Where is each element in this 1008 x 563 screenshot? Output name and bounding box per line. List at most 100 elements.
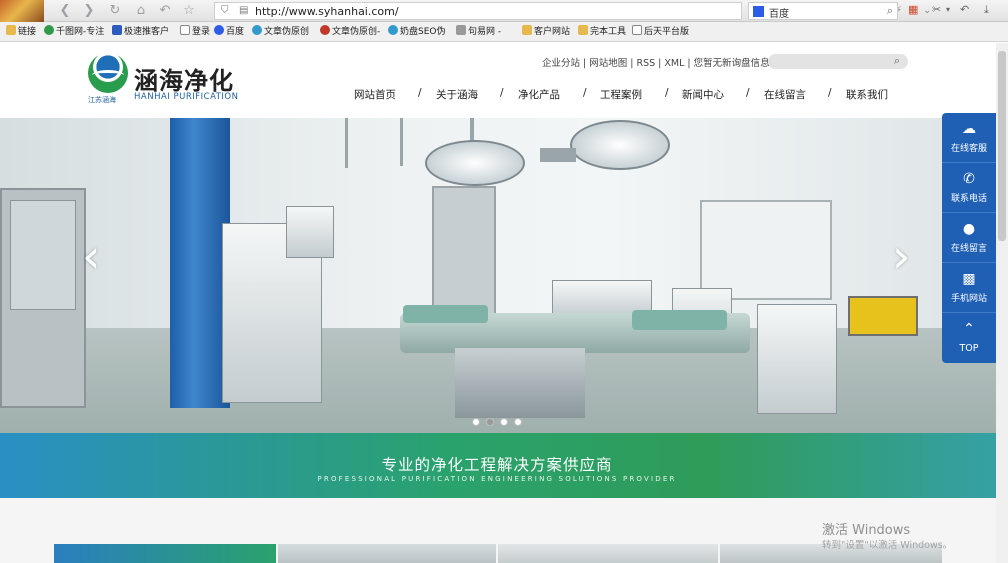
folder-icon (578, 25, 588, 35)
jst-icon (112, 25, 122, 35)
activation-watermark-title: 激活 Windows (822, 523, 911, 538)
folder-icon (522, 25, 532, 35)
slogan-english: PROFESSIONAL PURIFICATION ENGINEERING SO… (317, 475, 677, 483)
nav-cases[interactable]: 工程案例 (600, 87, 642, 102)
bookmark-item[interactable]: 句易网 - (456, 25, 501, 39)
case-thumbnail[interactable] (498, 544, 718, 563)
bookmark-item[interactable]: 链接 (6, 25, 36, 39)
bookmark-item[interactable]: 文章伪原创 (252, 25, 309, 39)
side-message[interactable]: ● 在线留言 (942, 213, 996, 263)
floating-side-tools: ☁ 在线客服 ✆ 联系电话 ● 在线留言 ▩ 手机网站 ⌃ TOP (942, 113, 996, 363)
banner-cabinet (0, 188, 86, 408)
logo-title[interactable]: 涵海净化 (134, 61, 234, 96)
logo-subtitle: 江苏涵海 (88, 96, 116, 104)
apps-grid-icon[interactable]: ▦ (908, 3, 918, 16)
bookmark-item[interactable]: 百度 (214, 25, 244, 39)
site-search[interactable]: ⌕ (768, 54, 908, 69)
case-thumbnail[interactable] (278, 544, 496, 563)
case-thumbnail[interactable] (54, 544, 276, 563)
site-search-input[interactable] (776, 55, 886, 68)
address-url[interactable]: http://www.syhanhai.com/ (255, 5, 399, 18)
side-online-service[interactable]: ☁ 在线客服 (942, 113, 996, 163)
bookmark-item[interactable]: 极速推客户 (112, 25, 169, 39)
slogan-chinese: 专业的净化工程解决方案供应商 (381, 456, 613, 474)
qrcode-icon: ▩ (962, 271, 976, 287)
surgical-lamp (570, 120, 670, 170)
flower-icon (388, 25, 398, 35)
prev-slide-icon[interactable]: ‹ (82, 233, 108, 279)
banner-window (700, 200, 832, 300)
browser-logo-icon (0, 0, 44, 22)
lower-section: 激活 Windows 转到"设置"以激活 Windows。 (0, 498, 1008, 563)
download-icon[interactable]: ⤓ (984, 3, 989, 17)
next-slide-icon[interactable]: › (892, 233, 918, 279)
forward-icon[interactable]: ❯ (80, 3, 98, 19)
nav-message[interactable]: 在线留言 (764, 87, 806, 102)
browser-toolbar: ❮ ❯ ↻ ⌂ ↶ ☆ ⛉ ▤ http://www.syhanhai.com/… (0, 0, 1008, 22)
bookmark-item[interactable]: 奶盘SEO伪 (388, 25, 445, 39)
search-icon[interactable]: ⌕ (894, 54, 900, 68)
favorite-star-icon[interactable]: ☆ (180, 3, 198, 19)
logo-wave (92, 70, 124, 80)
nav-home[interactable]: 网站首页 (354, 87, 396, 102)
bookmark-item[interactable]: 登录 (180, 25, 210, 39)
scrollbar-thumb[interactable] (998, 51, 1006, 241)
message-icon: ● (962, 221, 976, 237)
search-icon[interactable]: ⌕ (887, 4, 893, 18)
gray-icon (456, 25, 466, 35)
scissors-icon[interactable]: ✂ (932, 3, 941, 16)
flower-icon (252, 25, 262, 35)
hero-banner[interactable]: ‹ › (0, 118, 1008, 433)
chat-bubble-icon: ☁ (962, 121, 976, 137)
slide-dot[interactable] (500, 418, 508, 426)
search-engine-label: 百度 (769, 9, 789, 20)
bookmark-item[interactable]: 后天平台版 (632, 25, 689, 39)
browser-right-tools: ▦ ✂ ▾ ↶ ⤓ (906, 3, 1006, 19)
nav-separator: / (828, 87, 832, 99)
address-bar[interactable]: ⛉ ▤ http://www.syhanhai.com/ ⚡☆⌄ (214, 2, 931, 20)
undo-icon[interactable]: ↶ (156, 3, 174, 19)
yellow-device (848, 296, 918, 336)
nav-separator: / (418, 87, 422, 99)
page-scrollbar[interactable] (996, 43, 1008, 563)
baidu-icon (753, 6, 764, 17)
nav-contact[interactable]: 联系我们 (846, 87, 888, 102)
chevron-up-icon: ⌃ (963, 321, 975, 337)
back-icon[interactable]: ❮ (56, 3, 74, 19)
nav-separator: / (583, 87, 587, 99)
undo-close-icon[interactable]: ↶ (960, 3, 969, 16)
slogan-band: 专业的净化工程解决方案供应商 PROFESSIONAL PURIFICATION… (0, 433, 1008, 498)
bookmarks-bar: 链接 千图网-专注 极速推客户 登录 百度 文章伪原创 文章伪原创- 奶盘SEO… (0, 22, 1008, 42)
phone-icon: ✆ (963, 171, 975, 187)
banner-equipment-tower (170, 118, 230, 408)
nav-about[interactable]: 关于涵海 (436, 87, 478, 102)
folder-icon (6, 25, 16, 35)
slide-dot[interactable] (472, 418, 480, 426)
side-mobile-site[interactable]: ▩ 手机网站 (942, 263, 996, 313)
slide-dot[interactable] (514, 418, 522, 426)
nav-separator: / (665, 87, 669, 99)
page-icon: ▤ (239, 5, 249, 16)
shield-icon: ⛉ (221, 5, 229, 16)
bookmark-item[interactable]: 千图网-专注 (44, 25, 104, 39)
bookmark-item[interactable]: 完本工具 (578, 25, 626, 39)
bookmark-item[interactable]: 客户网站 (522, 25, 570, 39)
home-icon[interactable]: ⌂ (132, 3, 150, 19)
side-phone[interactable]: ✆ 联系电话 (942, 163, 996, 213)
refresh-icon[interactable]: ↻ (106, 3, 124, 19)
activation-watermark-subtitle: 转到"设置"以激活 Windows。 (822, 540, 953, 551)
red-circle-icon (320, 25, 330, 35)
top-links[interactable]: 企业分站 | 网站地图 | RSS | XML | 您暂无新询盘信息！ (542, 55, 779, 69)
chevron-down-icon[interactable]: ▾ (946, 5, 950, 14)
back-to-top-button[interactable]: ⌃ TOP (942, 313, 996, 363)
nav-separator: / (746, 87, 750, 99)
bookmark-item[interactable]: 文章伪原创- (320, 25, 380, 39)
nav-news[interactable]: 新闻中心 (682, 87, 724, 102)
qiantu-icon (44, 25, 54, 35)
document-icon (180, 25, 190, 35)
slide-dot-active[interactable] (486, 418, 494, 426)
nav-separator: / (500, 87, 504, 99)
baidu-paw-icon (214, 25, 224, 35)
nav-products[interactable]: 净化产品 (518, 87, 560, 102)
browser-search-box[interactable]: 百度 ⌕ (748, 2, 898, 20)
